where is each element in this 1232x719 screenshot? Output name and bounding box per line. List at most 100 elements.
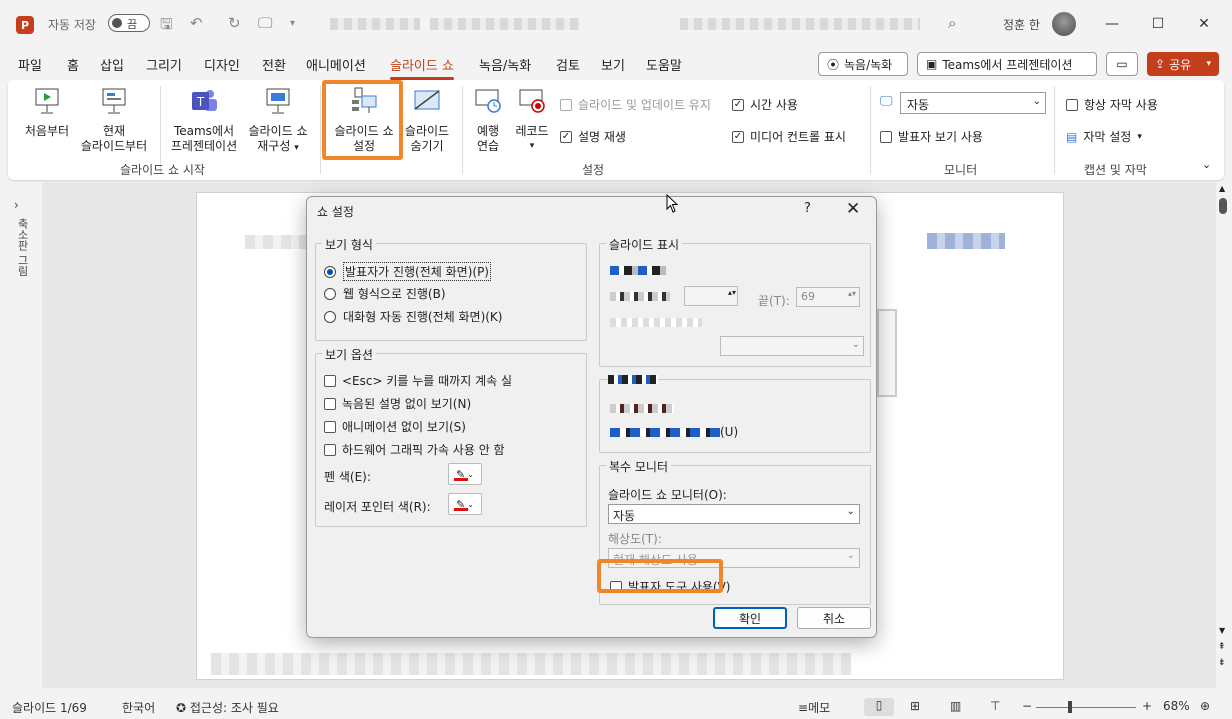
no-animation-checkbox[interactable]: 애니메이션 없이 보기(S) [324,418,466,435]
notes-button[interactable]: ≡메모 [798,699,830,716]
to-label: 끝(T): [758,294,790,308]
customize-qat-icon[interactable]: ▾ [290,18,295,29]
ribbon: 처음부터 현재 슬라이드부터 T Teams에서 프레젠테이션 슬라이드 쇼 재… [8,80,1224,180]
tab-animations[interactable]: 애니메이션 [306,55,366,74]
tab-draw[interactable]: 그리기 [146,55,182,74]
group-label-monitor: 모니터 [944,163,978,177]
close-icon[interactable]: ✕ [846,199,860,219]
chevron-down-icon: ⌄ [467,499,474,509]
fit-slide-icon[interactable]: ⊕ [1200,699,1210,713]
media-controls-checkbox[interactable]: ✓ 미디어 컨트롤 표시 [732,128,846,145]
close-icon[interactable]: ✕ [1184,12,1224,36]
autosave-toggle[interactable]: 끔 [108,14,150,32]
monitor-select[interactable]: 자동 ⌄ [900,92,1046,114]
setup-show-dialog: 쇼 설정 ? ✕ 보기 형식 발표자가 진행(전체 화면)(P) 웹 형식으로 … [306,196,877,638]
use-timings-checkbox[interactable]: ✓ 시간 사용 [732,96,798,113]
dialog-title: 쇼 설정 [317,205,354,219]
language[interactable]: 한국어 [122,699,155,716]
play-narrations-checkbox[interactable]: ✓ 설명 재생 [560,128,626,145]
pen-color-button[interactable]: ✎ ⌄ [448,463,482,485]
comments-button[interactable]: ▭ [1106,52,1138,76]
no-narration-checkbox[interactable]: 녹음된 설명 없이 보기(N) [324,395,471,412]
reading-view-icon[interactable]: ▥ [950,699,961,713]
zoom-in-icon[interactable]: + [1142,699,1152,713]
hide-slide-icon [414,90,440,110]
spinner-arrows-icon: ▴▾ [728,288,737,297]
tab-insert[interactable]: 삽입 [100,55,124,74]
tab-file[interactable]: 파일 [18,55,42,74]
ok-button[interactable]: 확인 [713,607,787,629]
hide-slide-button[interactable]: 슬라이드 숨기기 [398,86,456,154]
comment-icon: ▭ [1116,57,1128,71]
maximize-icon[interactable]: ☐ [1138,12,1178,36]
current-slide-icon [102,88,126,114]
cancel-button[interactable]: 취소 [797,607,871,629]
vertical-scrollbar[interactable]: ▲ ▼ ⇞ ⇟ [1216,182,1230,688]
status-bar: 슬라이드 1/69 한국어 ✪ 접근성: 조사 필요 ≡메모 ▯ ⊞ ▥ ⊤ −… [0,696,1232,719]
collapse-ribbon-icon[interactable]: ⌄ [1202,158,1211,171]
zoom-slider-thumb[interactable] [1068,701,1072,713]
teams-icon: T [192,90,217,111]
record-slideshow-button[interactable]: 레코드 ▾ [510,86,554,154]
tab-home[interactable]: 홈 [67,55,79,74]
tab-design[interactable]: 디자인 [204,55,240,74]
show-slides-legend: 슬라이드 표시 [606,236,683,253]
help-icon[interactable]: ? [804,201,811,216]
laser-color-button[interactable]: ✎ ⌄ [448,493,482,515]
prev-slide-icon[interactable]: ⇞ [1218,642,1226,652]
teams-present-button[interactable]: ▣ Teams에서 프레젠테이션 [917,52,1097,76]
tab-record[interactable]: 녹음/녹화 [479,55,531,74]
redo-icon[interactable]: ↻ [228,14,241,32]
scroll-up-icon[interactable]: ▲ [1219,184,1225,193]
show-monitor-select[interactable]: 자동 ⌄ [608,504,860,524]
present-icon[interactable]: 🖵 [258,14,272,32]
scroll-thumb[interactable] [1219,198,1227,214]
laser-color-label: 레이저 포인터 색(R): [324,500,431,514]
save-icon[interactable]: 🖫 [160,14,173,39]
zoom-out-icon[interactable]: − [1022,699,1032,713]
zoom-level[interactable]: 68% [1163,699,1190,713]
subtitle-settings-button[interactable]: ▤ 자막 설정 ▾ [1066,128,1142,145]
play-slide-icon [35,88,59,114]
tab-view[interactable]: 보기 [601,55,625,74]
tab-slideshow[interactable]: 슬라이드 쇼 [390,55,454,80]
accessibility-status[interactable]: ✪ 접근성: 조사 필요 [176,699,279,716]
resolution-label: 해상도(T): [608,532,662,546]
avatar[interactable] [1052,12,1076,36]
tab-help[interactable]: 도움말 [646,55,682,74]
scroll-down-icon[interactable]: ▼ [1219,626,1225,635]
minimize-icon[interactable]: — [1092,12,1132,36]
rehearse-timings-button[interactable]: 예행 연습 [466,86,510,154]
title-bar: P 자동 저장 끔 🖫 ↶ ↻ 🖵 ▾ ⌕ 정훈 한 — ☐ ✕ [0,0,1232,48]
file-name-blurred [680,18,920,30]
autosave-label: 자동 저장 [48,18,96,32]
normal-view-icon[interactable]: ▯ [864,698,894,716]
chevron-right-icon[interactable]: › [14,198,19,212]
loop-checkbox[interactable]: <Esc> 키를 누를 때까지 계속 실 [324,372,512,389]
next-slide-icon[interactable]: ⇟ [1218,658,1226,668]
from-current-button[interactable]: 현재 슬라이드부터 [74,86,154,154]
search-icon[interactable]: ⌕ [948,14,956,32]
presenter-view-checkbox[interactable]: 발표자 보기 사용 [880,128,983,145]
teams-icon: ▣ [926,57,938,71]
radio-kiosk[interactable]: 대화형 자동 진행(전체 화면)(K) [324,308,502,325]
chevron-down-icon: ⌄ [846,550,855,561]
share-button[interactable]: ⇪ 공유 ▾ [1147,52,1219,76]
custom-show-select: ⌄ [720,336,864,356]
present-in-teams-button[interactable]: T Teams에서 프레젠테이션 [164,86,244,154]
tab-transitions[interactable]: 전환 [262,55,286,74]
undo-icon[interactable]: ↶ [190,14,203,32]
zoom-slider[interactable] [1036,707,1136,708]
always-subtitles-checkbox[interactable]: 항상 자막 사용 [1066,96,1158,113]
tab-review[interactable]: 검토 [556,55,580,74]
slideshow-view-icon[interactable]: ⊤ [990,699,1000,713]
radio-presenter[interactable]: 발표자가 진행(전체 화면)(P) [324,262,491,281]
file-name-blurred [430,18,580,30]
from-beginning-button[interactable]: 처음부터 [20,86,74,139]
show-options-legend: 보기 옵션 [322,346,376,363]
record-button[interactable]: ⦿ 녹음/녹화 [818,52,908,76]
disable-hw-accel-checkbox[interactable]: 하드웨어 그래픽 가속 사용 안 함 [324,441,505,458]
slide-sorter-icon[interactable]: ⊞ [910,699,920,713]
radio-browsed-individual[interactable]: 웹 형식으로 진행(B) [324,285,446,302]
custom-show-button[interactable]: 슬라이드 쇼 재구성 ▾ [242,86,314,156]
